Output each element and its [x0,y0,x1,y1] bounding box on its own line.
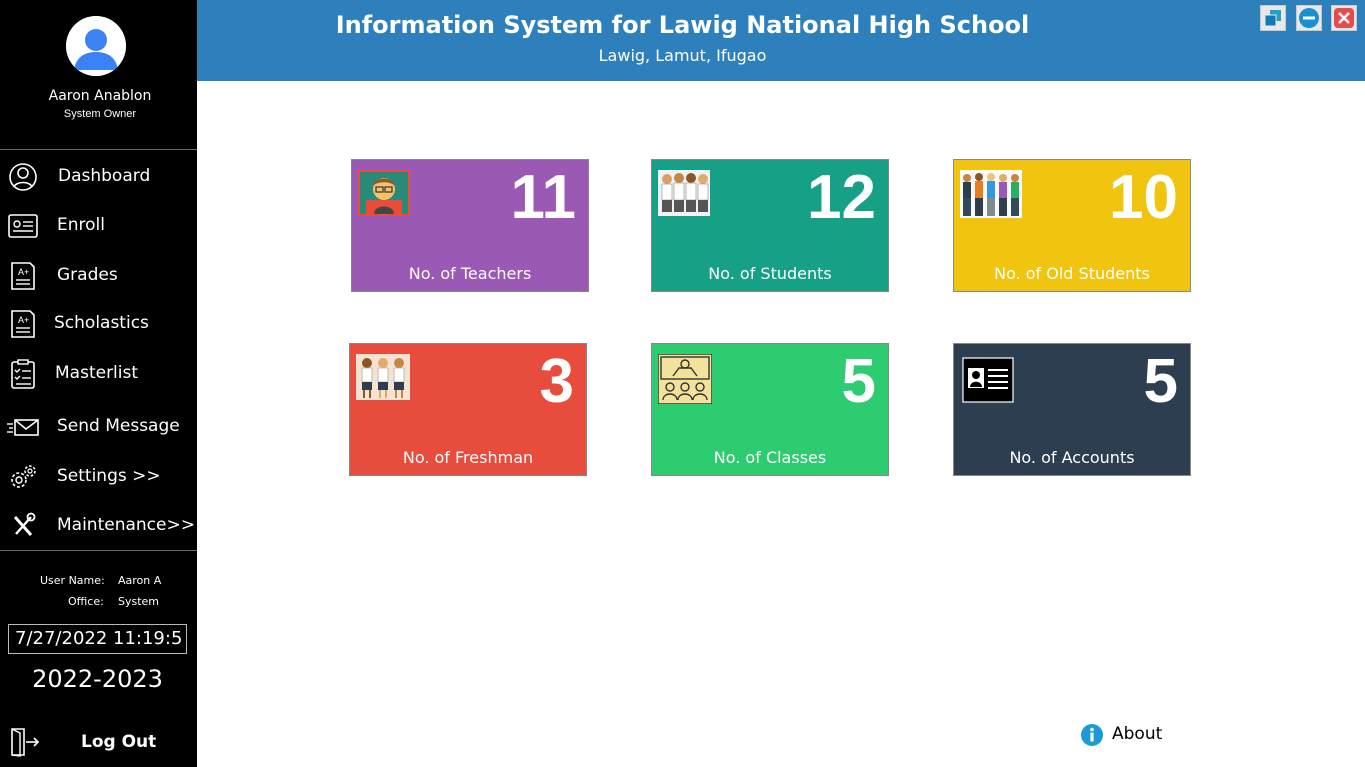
office-label: Office: [68,595,104,608]
students-label: No. of Students [708,264,832,283]
report-sheet-icon: A+ [11,310,35,338]
sidebar-divider-bottom [0,550,197,551]
nav-maintenance[interactable]: Maintenance>> [0,503,197,547]
user-name: Aaron Anablon [48,88,152,104]
nav-masterlist-label: Masterlist [55,363,139,383]
id-card-icon [8,214,38,238]
nav-maintenance-label: Maintenance>> [57,515,195,535]
classes-count: 5 [841,347,876,416]
old-students-count: 10 [1109,163,1178,232]
freshman-label: No. of Freshman [402,448,534,467]
nav-send-message-label: Send Message [57,416,180,436]
accounts-label: No. of Accounts [1009,448,1135,467]
old-students-label: No. of Old Students [994,264,1150,283]
gears-icon [11,465,36,488]
about-button[interactable]: About [1080,722,1170,748]
logout-label: Log Out [81,732,157,752]
svg-text:A+: A+ [18,315,29,325]
nav-dashboard[interactable]: Dashboard [0,154,197,198]
office-value: System [118,595,160,608]
nav-send-message[interactable]: Send Message [0,404,197,448]
dashboard-user-icon [9,163,37,191]
logout-door-icon [11,728,40,757]
datetime-display: 7/27/2022 11:19:5 [8,624,187,654]
nav-scholastics-label: Scholastics [54,313,149,333]
svg-text:A+: A+ [18,267,29,277]
grade-sheet-icon: A+ [11,262,35,290]
students-count: 12 [807,163,876,232]
freshman-count: 3 [539,347,574,416]
username-label: User Name: [40,574,105,587]
classroom-icon [658,354,712,404]
logout-button[interactable]: Log Out [0,722,197,762]
nav-masterlist[interactable]: Masterlist [0,351,197,395]
classes-label: No. of Classes [713,448,827,467]
minimize-icon [1299,8,1319,28]
info-icon [1081,724,1103,746]
nav-settings[interactable]: Settings >> [0,454,197,498]
nav-settings-label: Settings >> [57,466,161,486]
sidebar: Aaron Anablon System Owner Dashboard Enr… [0,0,197,767]
tools-icon [13,512,36,536]
card-teachers[interactable]: 11 No. of Teachers [351,159,589,292]
old-students-icon [960,170,1022,218]
close-icon [1334,8,1354,28]
card-classes[interactable]: 5 No. of Classes [651,343,889,476]
checklist-icon [11,359,35,389]
account-card-icon [962,357,1014,403]
teachers-count: 11 [510,163,576,232]
teachers-label: No. of Teachers [408,264,532,283]
restore-icon [1264,10,1281,27]
nav-dashboard-label: Dashboard [58,166,151,186]
user-role: System Owner [63,108,137,120]
app-subtitle: Lawig, Lamut, Ifugao [598,46,767,65]
nav-scholastics[interactable]: A+ Scholastics [0,301,197,345]
header-bar: Information System for Lawig National Hi… [197,0,1365,81]
card-students[interactable]: 12 No. of Students [651,159,889,292]
nav-grades-label: Grades [57,265,118,285]
card-accounts[interactable]: 5 No. of Accounts [953,343,1191,476]
envelope-icon [7,419,39,436]
restore-button[interactable] [1260,5,1286,31]
students-icon [658,170,710,216]
sidebar-divider-top [0,149,197,150]
avatar [66,16,126,76]
close-button[interactable] [1331,5,1357,31]
user-avatar-icon [66,16,126,76]
school-year: 2022-2023 [32,665,163,693]
nav-enroll[interactable]: Enroll [0,203,197,247]
app-title: Information System for Lawig National Hi… [335,11,1030,39]
card-freshman[interactable]: 3 No. of Freshman [349,343,587,476]
teacher-icon [358,170,410,216]
nav-grades[interactable]: A+ Grades [0,253,197,297]
minimize-button[interactable] [1296,5,1322,31]
accounts-count: 5 [1143,347,1178,416]
card-old-students[interactable]: 10 No. of Old Students [953,159,1191,292]
username-value: Aaron A [118,574,162,587]
freshman-icon [356,354,410,400]
about-label: About [1112,724,1163,744]
nav-enroll-label: Enroll [57,215,105,235]
